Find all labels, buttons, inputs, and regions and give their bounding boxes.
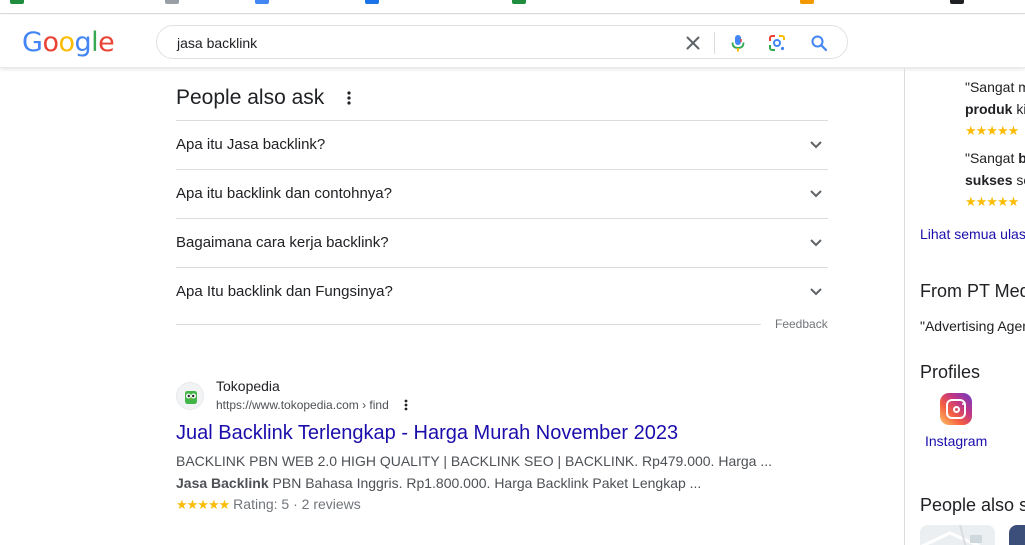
chevron-down-icon — [810, 141, 822, 149]
logo-letter: g — [74, 27, 92, 58]
paa-question-text: Bagaimana cara kerja backlink? — [176, 234, 389, 251]
knowledge-panel: "Sangat m produk ki ★★★★★ "Sangat b suks… — [905, 68, 1025, 545]
instagram-frame — [946, 399, 966, 419]
google-logo[interactable]: Google — [22, 27, 115, 58]
result-snippet: Jasa Backlink PBN Bahasa Inggris. Rp1.80… — [176, 475, 701, 491]
paa-question-text: Apa itu backlink dan contohnya? — [176, 185, 392, 202]
from-heading: From PT Med — [920, 281, 1025, 301]
paa-question-text: Apa Itu backlink dan Fungsinya? — [176, 283, 393, 300]
result-snippet: BACKLINK PBN WEB 2.0 HIGH QUALITY | BACK… — [176, 453, 773, 469]
instagram-icon[interactable] — [940, 393, 972, 425]
result-rating: ★★★★★ Rating: 5 · 2 reviews — [176, 496, 361, 513]
microphone-icon[interactable] — [728, 33, 748, 53]
logo-letter: o — [42, 27, 59, 58]
bookmark-icon[interactable] — [255, 0, 269, 4]
instagram-lens — [953, 406, 960, 413]
snippet-text: PBN Bahasa Inggris. Rp1.800.000. Harga B… — [268, 475, 702, 491]
logo-letter: G — [22, 27, 43, 58]
review-text: "Sangat — [965, 150, 1019, 166]
review-bold-text: produk — [965, 101, 1013, 117]
entity-thumbnail[interactable] — [1009, 525, 1025, 545]
instagram-flash — [962, 403, 964, 405]
review-text: "Sangat m — [965, 79, 1025, 95]
review-snippet: sukses se — [965, 172, 1025, 188]
paa-question-text: Apa itu Jasa backlink? — [176, 136, 326, 153]
paa-question[interactable]: Apa itu Jasa backlink? — [176, 121, 828, 170]
map-thumbnail[interactable] — [920, 525, 995, 545]
instagram-link[interactable]: Instagram — [925, 433, 987, 449]
bookmark-icon[interactable] — [512, 0, 526, 4]
people-also-search-heading: People also s — [920, 495, 1025, 515]
review-snippet: "Sangat m — [965, 79, 1025, 95]
result-site-name[interactable]: Tokopedia — [216, 378, 280, 394]
paa-question[interactable]: Apa itu backlink dan contohnya? — [176, 170, 828, 219]
owl-icon — [185, 391, 197, 404]
bookmark-icon[interactable] — [950, 0, 964, 4]
result-url[interactable]: https://www.tokopedia.com › find — [216, 398, 389, 412]
star-rating-icon: ★★★★★ — [965, 123, 1019, 138]
feedback-link[interactable]: Feedback — [775, 317, 828, 331]
review-text: se — [1016, 172, 1025, 188]
review-snippet: "Sangat b — [965, 150, 1025, 166]
chevron-down-icon — [810, 239, 822, 247]
paa-question[interactable]: Bagaimana cara kerja backlink? — [176, 219, 828, 268]
divider — [176, 324, 761, 325]
paa-title: People also ask — [176, 86, 325, 109]
review-bold-text: b — [1018, 150, 1025, 166]
search-box[interactable]: jasa backlink — [156, 25, 848, 59]
profiles-heading: Profiles — [920, 362, 981, 382]
result-title-link[interactable]: Jual Backlink Terlengkap - Harga Murah N… — [176, 422, 678, 445]
bookmark-icon[interactable] — [365, 0, 379, 4]
lens-icon[interactable] — [767, 33, 787, 53]
search-icon[interactable] — [809, 33, 829, 53]
paa-question[interactable]: Apa Itu backlink dan Fungsinya? — [176, 268, 828, 317]
more-options-icon[interactable] — [402, 398, 410, 412]
paa-list: Apa itu Jasa backlink? Apa itu backlink … — [176, 120, 828, 317]
logo-letter: e — [98, 27, 115, 58]
star-rating-icon: ★★★★★ — [176, 497, 230, 512]
rating-text: Rating: 5 · 2 reviews — [233, 496, 361, 512]
search-header: Google jasa backlink — [0, 15, 1025, 68]
logo-letter: o — [58, 27, 75, 58]
bookmark-icon[interactable] — [800, 0, 814, 4]
from-text: "Advertising Agen — [920, 318, 1025, 334]
star-rating-icon: ★★★★★ — [965, 194, 1019, 209]
review-bold-text: sukses — [965, 172, 1013, 188]
bookmark-icon[interactable] — [10, 0, 24, 4]
review-text: ki — [1016, 101, 1025, 117]
map-image — [920, 525, 995, 545]
bookmarks-bar — [0, 0, 1025, 14]
clear-icon[interactable] — [683, 33, 703, 53]
chevron-down-icon — [810, 190, 822, 198]
see-all-reviews-link[interactable]: Lihat semua ulas — [920, 226, 1025, 242]
more-options-icon[interactable] — [344, 89, 354, 107]
bookmark-icon[interactable] — [165, 0, 179, 4]
chevron-down-icon — [810, 288, 822, 296]
paa-header: People also ask — [176, 86, 351, 110]
review-snippet: produk ki — [965, 101, 1025, 117]
logo-letter: l — [91, 27, 99, 58]
snippet-bold-text: Jasa Backlink — [176, 475, 269, 491]
tokopedia-favicon[interactable] — [176, 382, 204, 410]
divider — [714, 32, 715, 54]
search-input[interactable]: jasa backlink — [177, 35, 257, 51]
